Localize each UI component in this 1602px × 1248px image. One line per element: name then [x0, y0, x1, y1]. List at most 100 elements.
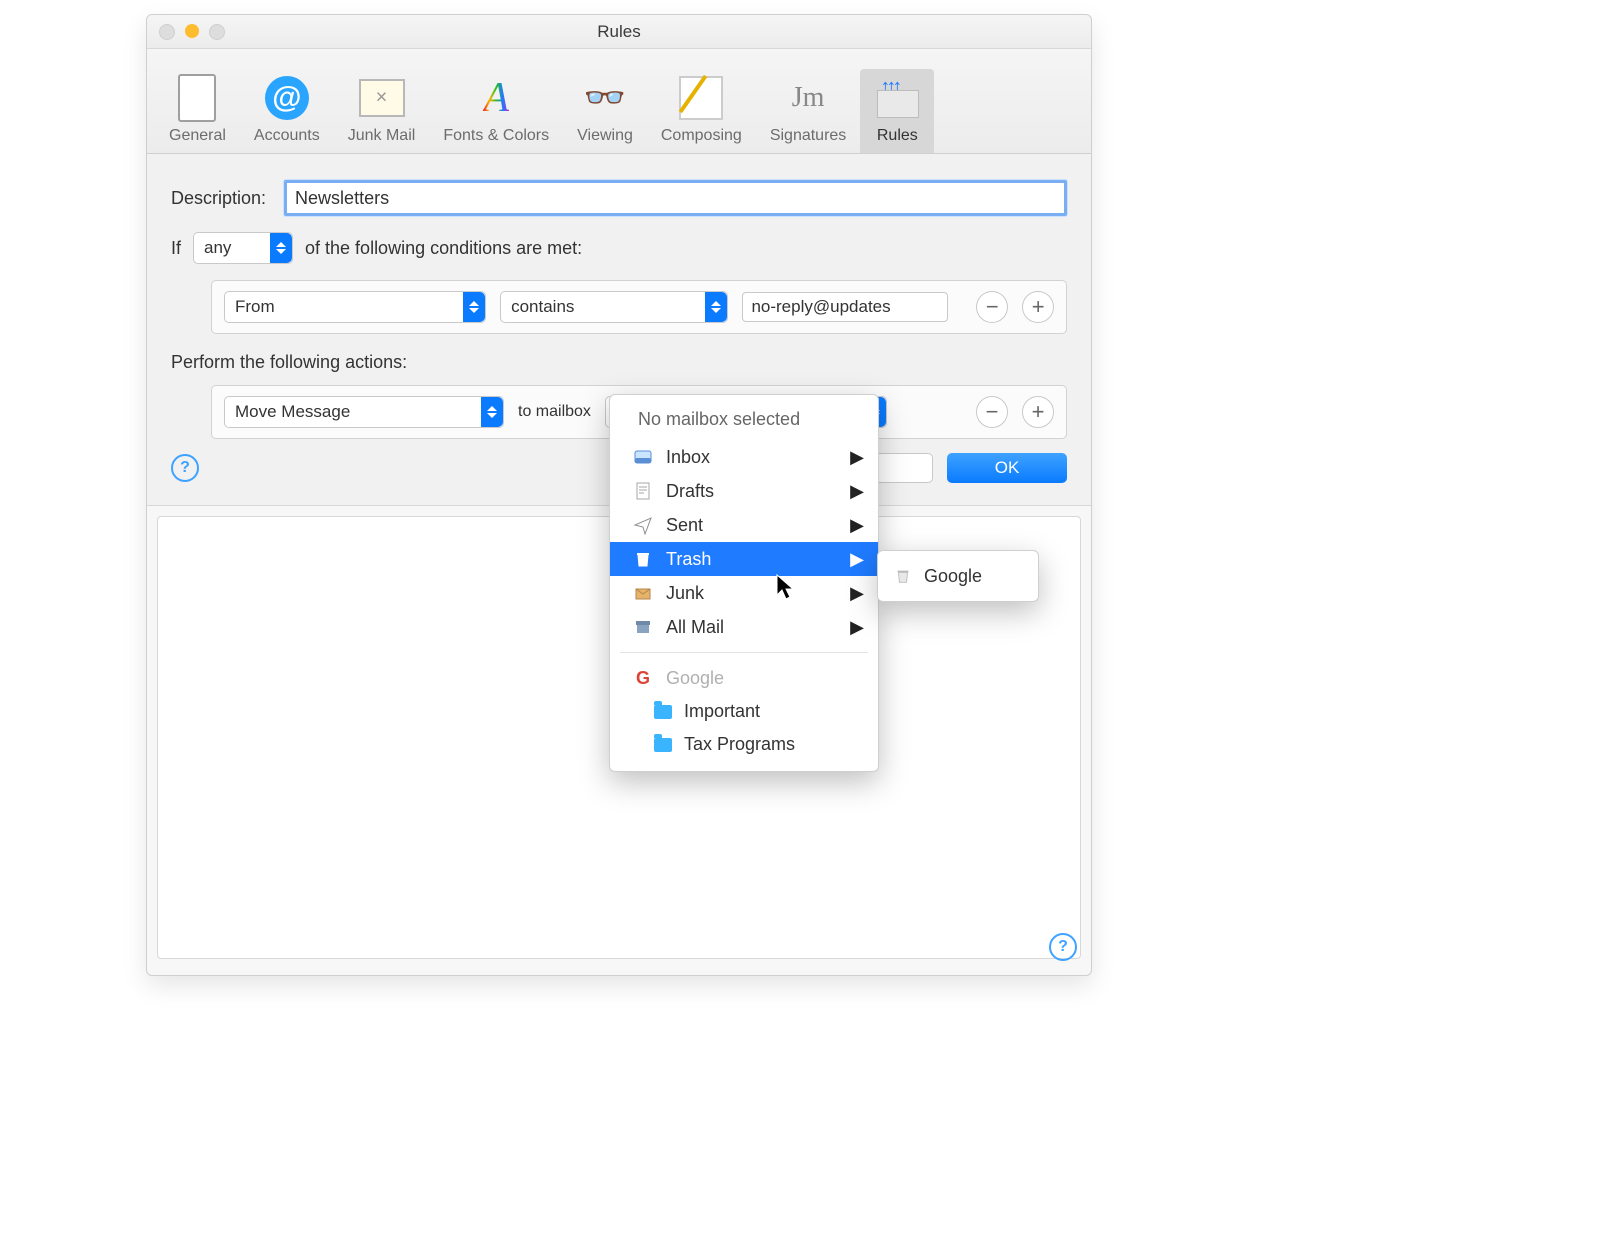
- tab-label: Composing: [661, 127, 742, 145]
- window-title: Rules: [147, 15, 1091, 48]
- signature-icon: Jm: [785, 75, 831, 121]
- blank-area: [1200, 0, 1602, 1248]
- junk-icon: [359, 75, 405, 121]
- window-help-button[interactable]: ?: [1049, 933, 1077, 961]
- account-label: Google: [666, 668, 724, 689]
- action-type-select[interactable]: Move Message: [224, 396, 504, 428]
- drafts-icon: [632, 480, 654, 502]
- menu-item-label: Important: [684, 701, 760, 722]
- condition-row: From contains − +: [211, 280, 1067, 334]
- junk-icon: [632, 582, 654, 604]
- popup-header: No mailbox selected: [610, 403, 878, 440]
- submenu-item-label: Google: [924, 566, 982, 587]
- menu-item-label: Drafts: [666, 481, 714, 502]
- chevron-right-icon: ▶: [850, 481, 864, 502]
- titlebar: Rules: [147, 15, 1091, 49]
- tab-label: Rules: [877, 127, 918, 145]
- trash-icon: [632, 548, 654, 570]
- ok-label: OK: [995, 458, 1020, 477]
- menu-item-trash[interactable]: Trash ▶: [610, 542, 878, 576]
- stepper-icon: [270, 233, 292, 263]
- menu-item-label: Tax Programs: [684, 734, 795, 755]
- sent-icon: [632, 514, 654, 536]
- description-label: Description:: [171, 188, 266, 209]
- chevron-right-icon: ▶: [850, 515, 864, 536]
- tab-fonts-colors[interactable]: A Fonts & Colors: [429, 69, 563, 153]
- ok-button[interactable]: OK: [947, 453, 1067, 483]
- actions-label: Perform the following actions:: [171, 352, 1067, 373]
- tab-accounts[interactable]: @ Accounts: [240, 69, 334, 153]
- inbox-icon: [632, 446, 654, 468]
- sheet-help-button[interactable]: ?: [171, 454, 199, 482]
- tab-label: Junk Mail: [348, 127, 416, 145]
- menu-item-label: Inbox: [666, 447, 710, 468]
- add-action-button[interactable]: +: [1022, 396, 1054, 428]
- if-label: If: [171, 238, 181, 259]
- tab-label: Accounts: [254, 127, 320, 145]
- preferences-toolbar: General @ Accounts Junk Mail A Fonts & C…: [147, 49, 1091, 154]
- minimize-window-button[interactable]: [185, 24, 199, 38]
- if-tail-label: of the following conditions are met:: [305, 238, 582, 259]
- menu-separator: [620, 652, 868, 653]
- remove-condition-button[interactable]: −: [976, 291, 1008, 323]
- menu-item-important[interactable]: Important: [610, 695, 878, 728]
- general-icon: [174, 75, 220, 121]
- archive-icon: [632, 616, 654, 638]
- menu-item-junk[interactable]: Junk ▶: [610, 576, 878, 610]
- tab-label: Viewing: [577, 127, 633, 145]
- condition-value-input[interactable]: [742, 292, 948, 322]
- mailbox-popup-menu: No mailbox selected Inbox ▶ Drafts ▶ Sen…: [609, 394, 879, 772]
- menu-account-header: G Google: [610, 661, 878, 695]
- tab-junk-mail[interactable]: Junk Mail: [334, 69, 430, 153]
- fonts-icon: A: [473, 75, 519, 121]
- tab-rules[interactable]: ↑↑↑ Rules: [860, 69, 934, 153]
- match-mode-value: any: [204, 238, 231, 258]
- compose-icon: [678, 75, 724, 121]
- menu-item-tax-programs[interactable]: Tax Programs: [610, 728, 878, 761]
- window-controls: [159, 24, 225, 40]
- trash-icon: [892, 565, 914, 587]
- zoom-window-button[interactable]: [209, 24, 225, 40]
- match-mode-select[interactable]: any: [193, 232, 293, 264]
- chevron-right-icon: ▶: [850, 549, 864, 570]
- tab-label: Signatures: [770, 127, 847, 145]
- condition-op-select[interactable]: contains: [500, 291, 728, 323]
- tab-signatures[interactable]: Jm Signatures: [756, 69, 861, 153]
- remove-action-button[interactable]: −: [976, 396, 1008, 428]
- folder-icon: [654, 738, 672, 752]
- condition-field-value: From: [235, 297, 275, 317]
- action-middle-label: to mailbox: [518, 403, 591, 421]
- menu-item-label: All Mail: [666, 617, 724, 638]
- description-input[interactable]: [284, 180, 1067, 216]
- add-condition-button[interactable]: +: [1022, 291, 1054, 323]
- accounts-icon: @: [264, 75, 310, 121]
- menu-item-label: Trash: [666, 549, 711, 570]
- chevron-right-icon: ▶: [850, 447, 864, 468]
- menu-item-label: Sent: [666, 515, 703, 536]
- action-type-value: Move Message: [235, 402, 350, 422]
- folder-icon: [654, 705, 672, 719]
- condition-op-value: contains: [511, 297, 574, 317]
- trash-submenu: Google: [877, 550, 1039, 602]
- condition-field-select[interactable]: From: [224, 291, 486, 323]
- menu-item-sent[interactable]: Sent ▶: [610, 508, 878, 542]
- tab-viewing[interactable]: 👓 Viewing: [563, 69, 647, 153]
- google-icon: G: [632, 667, 654, 689]
- close-window-button[interactable]: [159, 24, 175, 40]
- menu-item-drafts[interactable]: Drafts ▶: [610, 474, 878, 508]
- chevron-right-icon: ▶: [850, 583, 864, 604]
- tab-label: Fonts & Colors: [443, 127, 549, 145]
- submenu-item-google[interactable]: Google: [878, 557, 1038, 595]
- tab-general[interactable]: General: [155, 69, 240, 153]
- tab-label: General: [169, 127, 226, 145]
- rules-icon: ↑↑↑: [874, 75, 920, 121]
- menu-item-all-mail[interactable]: All Mail ▶: [610, 610, 878, 644]
- stepper-icon: [705, 292, 727, 322]
- viewing-icon: 👓: [582, 75, 628, 121]
- chevron-right-icon: ▶: [850, 617, 864, 638]
- menu-item-label: Junk: [666, 583, 704, 604]
- menu-item-inbox[interactable]: Inbox ▶: [610, 440, 878, 474]
- stepper-icon: [463, 292, 485, 322]
- tab-composing[interactable]: Composing: [647, 69, 756, 153]
- stepper-icon: [481, 397, 503, 427]
